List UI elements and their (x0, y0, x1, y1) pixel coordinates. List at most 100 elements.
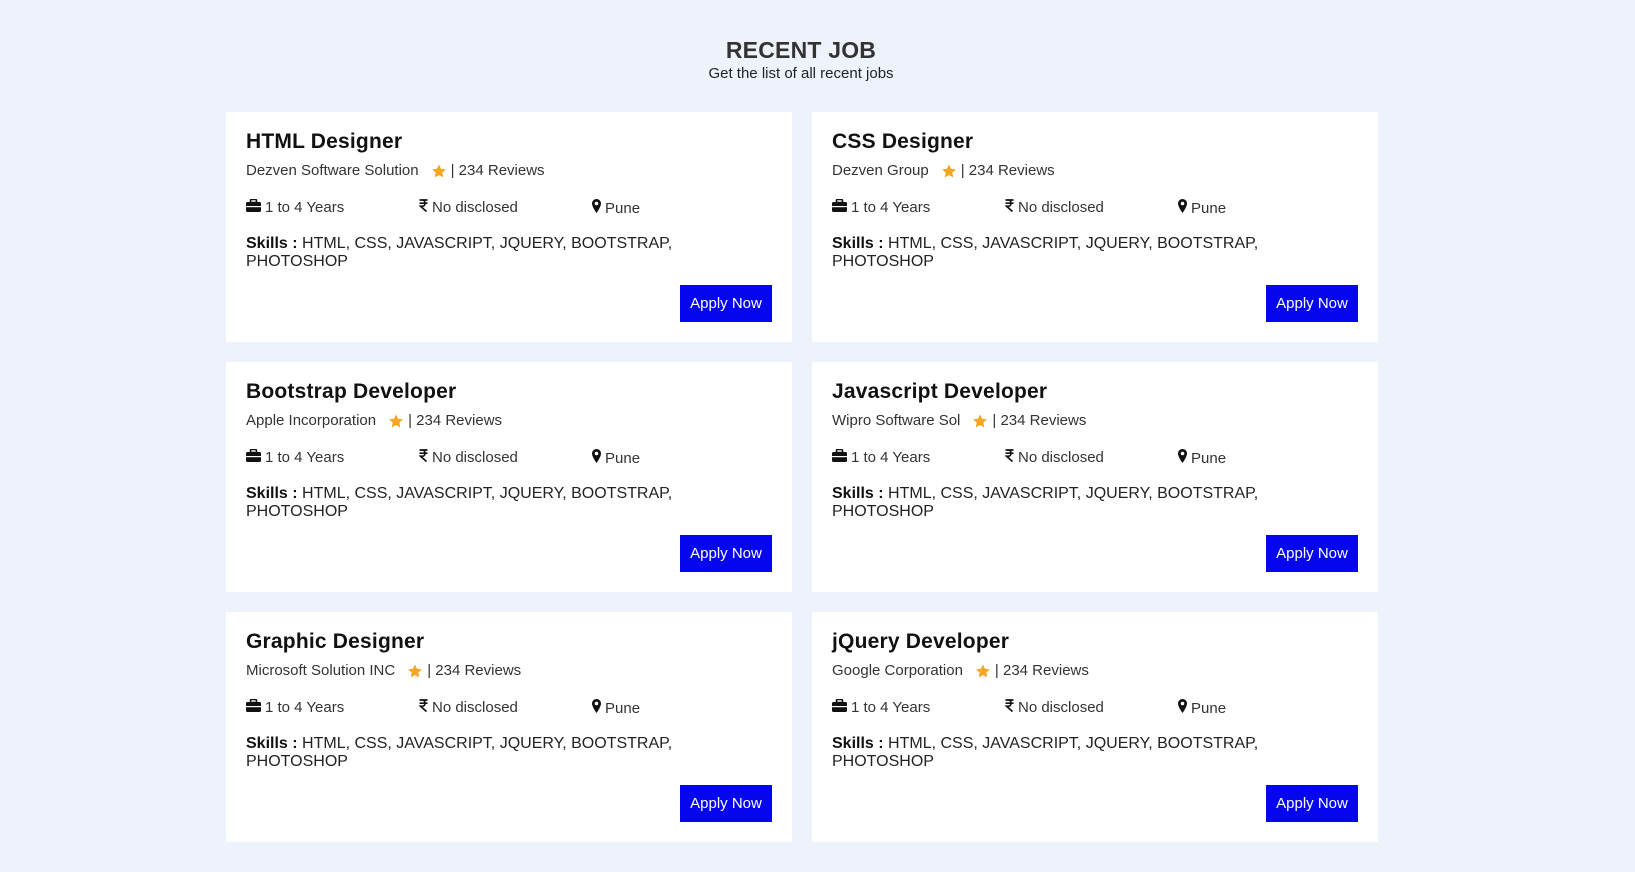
job-card: CSS Designer Dezven Group | 234 Reviews … (812, 112, 1378, 342)
company-row: Dezven Group | 234 Reviews (832, 162, 1358, 180)
reviews-count: | 234 Reviews (960, 162, 1055, 179)
job-meta: 1 to 4 Years No disclosed Pune (246, 198, 772, 218)
job-meta: 1 to 4 Years No disclosed Pune (832, 448, 1358, 468)
salary: No disclosed (418, 699, 518, 717)
skills-label: Skills : (832, 485, 884, 502)
star-icon (388, 413, 404, 429)
skills: Skills : HTML, CSS, JAVASCRIPT, JQUERY, … (246, 235, 686, 271)
skills-list: HTML, CSS, JAVASCRIPT, JQUERY, BOOTSTRAP… (832, 485, 1259, 520)
star-icon (972, 413, 988, 429)
company-name: Microsoft Solution INC (246, 662, 396, 679)
job-title: HTML Designer (246, 130, 403, 153)
reviews-count: | 234 Reviews (994, 662, 1089, 679)
job-card: HTML Designer Dezven Software Solution |… (226, 112, 792, 342)
company-name: Dezven Group (832, 162, 929, 179)
experience-value: 1 to 4 Years (265, 699, 345, 716)
salary-value: No disclosed (432, 699, 518, 716)
company-row: Microsoft Solution INC | 234 Reviews (246, 662, 772, 680)
experience-value: 1 to 4 Years (265, 199, 345, 216)
job-meta: 1 to 4 Years No disclosed Pune (246, 698, 772, 718)
location: Pune (592, 449, 640, 468)
experience: 1 to 4 Years (246, 698, 345, 717)
apply-now-button[interactable]: Apply Now (1266, 785, 1358, 822)
page-title: RECENT JOB (725, 37, 877, 63)
company-row: Wipro Software Sol | 234 Reviews (832, 412, 1358, 430)
location: Pune (592, 199, 640, 218)
apply-now-button[interactable]: Apply Now (1266, 285, 1358, 322)
apply-now-button[interactable]: Apply Now (680, 285, 772, 322)
company-name: Google Corporation (832, 662, 963, 679)
job-title: Javascript Developer (832, 380, 1048, 403)
job-card: Bootstrap Developer Apple Incorporation … (226, 362, 792, 592)
job-meta: 1 to 4 Years No disclosed Pune (246, 448, 772, 468)
map-marker-icon (1178, 449, 1187, 468)
location: Pune (1178, 449, 1226, 468)
experience: 1 to 4 Years (246, 448, 344, 467)
salary-value: No disclosed (1018, 699, 1104, 716)
location-value: Pune (1191, 449, 1227, 467)
location: Pune (592, 699, 640, 718)
skills: Skills : HTML, CSS, JAVASCRIPT, JQUERY, … (246, 735, 686, 771)
skills-list: HTML, CSS, JAVASCRIPT, JQUERY, BOOTSTRAP… (832, 235, 1259, 270)
company-name: Apple Incorporation (246, 412, 377, 429)
reviews-count: | 234 Reviews (450, 162, 545, 179)
skills-label: Skills : (246, 485, 298, 502)
skills-list: HTML, CSS, JAVASCRIPT, JQUERY, BOOTSTRAP… (246, 235, 673, 270)
rupee-icon (1004, 699, 1014, 717)
job-card: jQuery Developer Google Corporation | 23… (812, 612, 1378, 842)
company-name: Wipro Software Sol (832, 412, 961, 429)
job-grid: HTML Designer Dezven Software Solution |… (226, 112, 1378, 842)
rupee-icon (1004, 199, 1014, 217)
skills: Skills : HTML, CSS, JAVASCRIPT, JQUERY, … (832, 235, 1272, 271)
job-title: Bootstrap Developer (246, 380, 457, 403)
skills: Skills : HTML, CSS, JAVASCRIPT, JQUERY, … (832, 735, 1272, 771)
job-card: Graphic Designer Microsoft Solution INC … (226, 612, 792, 842)
skills-list: HTML, CSS, JAVASCRIPT, JQUERY, BOOTSTRAP… (832, 735, 1259, 770)
skills: Skills : HTML, CSS, JAVASCRIPT, JQUERY, … (832, 485, 1272, 521)
map-marker-icon (592, 449, 601, 468)
skills-label: Skills : (246, 735, 298, 752)
map-marker-icon (592, 699, 601, 718)
job-meta: 1 to 4 Years No disclosed Pune (832, 198, 1358, 218)
rupee-icon (418, 699, 428, 717)
skills-list: HTML, CSS, JAVASCRIPT, JQUERY, BOOTSTRAP… (246, 485, 673, 520)
job-card: Javascript Developer Wipro Software Sol … (812, 362, 1378, 592)
apply-now-button[interactable]: Apply Now (680, 535, 772, 572)
experience: 1 to 4 Years (832, 698, 930, 717)
company-row: Apple Incorporation | 234 Reviews (246, 412, 772, 430)
briefcase-icon (246, 698, 261, 717)
star-icon (407, 663, 423, 679)
experience-value: 1 to 4 Years (851, 449, 931, 466)
map-marker-icon (592, 199, 601, 218)
location-value: Pune (605, 199, 641, 217)
skills-label: Skills : (832, 735, 884, 752)
reviews-count: | 234 Reviews (427, 662, 522, 679)
salary-value: No disclosed (1018, 449, 1104, 466)
job-title: CSS Designer (832, 130, 974, 153)
skills-label: Skills : (832, 235, 884, 252)
experience: 1 to 4 Years (832, 448, 931, 467)
apply-now-button[interactable]: Apply Now (680, 785, 772, 822)
salary-value: No disclosed (432, 199, 518, 216)
rupee-icon (418, 199, 428, 217)
skills-list: HTML, CSS, JAVASCRIPT, JQUERY, BOOTSTRAP… (246, 735, 673, 770)
briefcase-icon (246, 448, 261, 467)
rupee-icon (418, 449, 428, 467)
apply-now-button[interactable]: Apply Now (1266, 535, 1358, 572)
briefcase-icon (832, 198, 847, 217)
reviews-count: | 234 Reviews (992, 412, 1087, 429)
company-name: Dezven Software Solution (246, 162, 419, 179)
company-row: Dezven Software Solution | 234 Reviews (246, 162, 772, 180)
salary-value: No disclosed (432, 449, 518, 466)
briefcase-icon (832, 448, 847, 467)
salary: No disclosed (418, 449, 518, 467)
company-row: Google Corporation | 234 Reviews (832, 662, 1358, 680)
salary: No disclosed (1004, 199, 1104, 217)
briefcase-icon (832, 698, 847, 717)
page-header: RECENT JOB Get the list of all recent jo… (0, 36, 1602, 83)
location: Pune (1178, 199, 1226, 218)
experience-value: 1 to 4 Years (851, 199, 931, 216)
job-title: Graphic Designer (246, 630, 425, 653)
map-marker-icon (1178, 699, 1187, 718)
star-icon (975, 663, 991, 679)
